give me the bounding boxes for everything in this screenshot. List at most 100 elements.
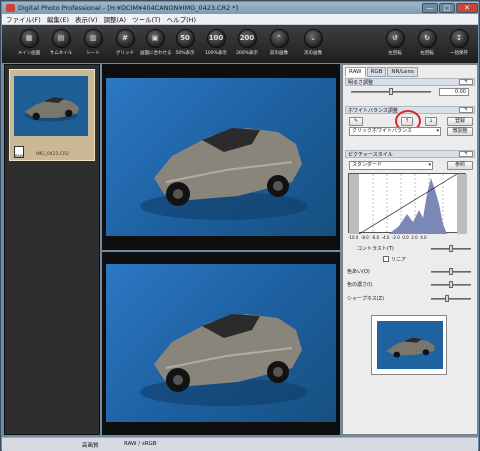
previous-image-button[interactable]: ⌃ 前の画像 (264, 29, 294, 61)
thumbnail-button[interactable]: ▤ サムネイル (46, 29, 76, 61)
sheet-button[interactable]: ▥ シート (78, 29, 108, 61)
batch-save-button[interactable]: ↧ 一括保存 (444, 29, 474, 61)
menu-tools[interactable]: ツール(T) (132, 14, 161, 24)
hue-label: 色あい(O) (347, 269, 370, 275)
tab-raw[interactable]: RAW (345, 67, 366, 77)
sheet-icon: ▥ (83, 29, 103, 48)
thumbnail-label: サムネイル (49, 51, 73, 56)
brightness-value-field[interactable]: 0.00 (439, 88, 469, 96)
grid-icon: # (115, 29, 135, 48)
saturation-knob[interactable] (449, 281, 453, 288)
preview-image (377, 321, 443, 369)
wb-register-button[interactable]: 登録 (447, 117, 473, 126)
tone-curve-histogram[interactable] (348, 173, 467, 235)
previous-image-label: 前の画像 (270, 51, 288, 56)
rotate-left-label: 左回転 (388, 51, 402, 56)
status-quality: 高画質 (82, 443, 99, 449)
zoom-50-button[interactable]: 50 50%表示 (170, 29, 200, 61)
fit-screen-label: 画面に合わせる (140, 51, 172, 56)
histogram-graph (349, 173, 467, 235)
contrast-label: コントラスト(T) (357, 246, 394, 252)
rotate-right-button[interactable]: ↻ 右回転 (412, 29, 442, 61)
main-window-icon: ▦ (19, 29, 39, 48)
zoom-200-label: 200%表示 (236, 51, 258, 56)
application-window: Digital Photo Professional - [H:¥DCIM¥40… (0, 0, 480, 451)
contrast-knob[interactable] (449, 245, 453, 252)
hist-label: -2.0 (391, 235, 400, 240)
car-photo-icon (24, 97, 80, 122)
image-viewer-bottom[interactable] (102, 252, 340, 435)
hist-label: 4.0 (420, 235, 427, 240)
menu-view[interactable]: 表示(V) (75, 14, 98, 24)
wb-next-button[interactable]: ↓ (425, 117, 437, 126)
sheet-label: シート (86, 51, 100, 56)
tab-rgb[interactable]: RGB (366, 67, 387, 77)
batch-save-icon: ↧ (449, 29, 469, 48)
sharpness-label: シャープネス(Z) (347, 296, 385, 302)
eyedropper-button[interactable]: ✎ (349, 117, 363, 126)
thumbnail-item[interactable]: RAW IMG_0423.CR2 (9, 69, 95, 161)
rotate-left-button[interactable]: ↺ 左回転 (380, 29, 410, 61)
rotate-right-icon: ↻ (417, 29, 437, 48)
zoom-200-button[interactable]: 200 200%表示 (232, 29, 262, 61)
minimize-button[interactable]: — (422, 3, 438, 13)
linear-checkbox[interactable] (383, 256, 389, 262)
zoom-50-icon: 50 (175, 29, 195, 48)
picture-style-value: スタンダード (352, 162, 383, 168)
navigator-preview[interactable] (371, 315, 447, 375)
white-balance-reset-button[interactable]: ↰ (459, 107, 473, 113)
menu-adjust[interactable]: 調整(A) (104, 14, 127, 24)
rotate-left-icon: ↺ (385, 29, 405, 48)
picture-style-reset-button[interactable]: ↰ (459, 151, 473, 157)
wb-preset-select[interactable]: クリックホワイトバランス ▾ (349, 127, 441, 136)
menu-bar: ファイル(F) 編集(E) 表示(V) 調整(A) ツール(T) ヘルプ(H) (2, 14, 478, 25)
zoom-100-label: 100%表示 (205, 51, 227, 56)
hist-label: -8.0 (360, 235, 369, 240)
sharpness-knob[interactable] (445, 295, 449, 302)
wb-fine-tune-button[interactable]: 微調整 (447, 127, 473, 136)
car-image-icon (140, 128, 308, 220)
toolbar: ▦ メイン画面 ▤ サムネイル ▥ シート # グリッド ▣ 画面に合わせる 5… (2, 25, 478, 63)
close-button[interactable]: ✕ (456, 3, 478, 13)
eyedropper-icon: ✎ (353, 118, 359, 124)
hue-knob[interactable] (449, 268, 453, 275)
menu-file[interactable]: ファイル(F) (6, 14, 41, 24)
chevron-down-icon: ▾ (428, 162, 431, 168)
thumbnail-panel: RAW IMG_0423.CR2 (4, 64, 100, 435)
brightness-slider-knob[interactable] (389, 88, 393, 95)
thumbnail-filename: IMG_0423.CR2 (36, 152, 69, 157)
hist-label: -10.0 (348, 235, 359, 240)
window-title: Digital Photo Professional - [H:¥DCIM¥40… (18, 4, 239, 12)
rotate-right-label: 右回転 (420, 51, 434, 56)
zoom-200-icon: 200 (237, 29, 257, 48)
grid-label: グリッド (116, 51, 134, 56)
main-window-button[interactable]: ▦ メイン画面 (14, 29, 44, 61)
zoom-50-label: 50%表示 (175, 51, 195, 56)
hist-label: -4.0 (381, 235, 390, 240)
menu-edit[interactable]: 編集(E) (47, 14, 69, 24)
thumbnail-image (14, 76, 88, 136)
app-icon (6, 4, 15, 12)
fit-to-screen-button[interactable]: ▣ 画面に合わせる (140, 29, 172, 61)
main-window-label: メイン画面 (17, 51, 41, 56)
status-bar: 高画質 RAW / sRGB (2, 437, 478, 451)
grid-button[interactable]: # グリッド (110, 29, 140, 61)
picture-style-select[interactable]: スタンダード ▾ (349, 161, 433, 170)
car-image-icon (140, 314, 308, 406)
title-bar: Digital Photo Professional - [H:¥DCIM¥40… (2, 2, 478, 14)
brightness-reset-button[interactable]: ↰ (459, 79, 473, 85)
next-image-button[interactable]: ⌄ 次の画像 (298, 29, 328, 61)
arrow-down-icon: ↓ (428, 118, 434, 124)
sharpness-slider[interactable] (431, 298, 471, 300)
photo-top (106, 78, 336, 236)
menu-help[interactable]: ヘルプ(H) (167, 14, 196, 24)
picture-style-browse-button[interactable]: 参照 (447, 161, 473, 170)
maximize-button[interactable]: □ (439, 3, 455, 13)
tab-nr-lens[interactable]: NR/Lens (387, 67, 418, 77)
histogram-axis-labels: -10.0 -8.0 -6.0 -4.0 -2.0 0.0 2.0 4.0 (348, 235, 427, 240)
wb-preset-value: クリックホワイトバランス (352, 128, 412, 134)
batch-save-label: 一括保存 (450, 51, 468, 56)
chevron-down-icon: ▾ (436, 128, 439, 134)
image-viewer-top[interactable] (102, 64, 340, 250)
zoom-100-button[interactable]: 100 100%表示 (201, 29, 231, 61)
